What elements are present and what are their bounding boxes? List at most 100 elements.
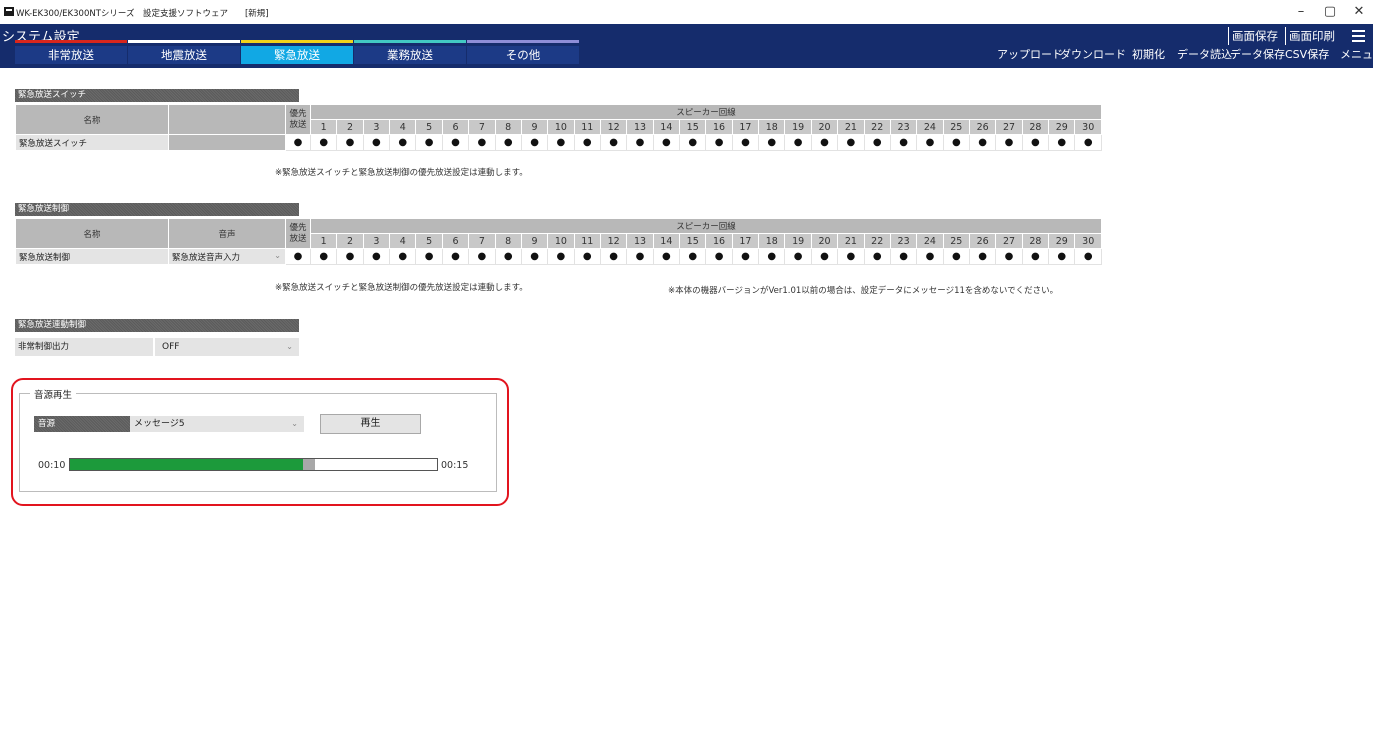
speaker-line-cell[interactable]: ●: [652, 248, 681, 265]
speaker-line-cell[interactable]: ●: [468, 134, 496, 151]
speaker-line-cell[interactable]: ●: [652, 134, 681, 151]
speaker-line-cell[interactable]: ●: [520, 134, 549, 151]
speaker-line-cell[interactable]: ●: [916, 248, 944, 265]
menu-button[interactable]: メニュー: [1340, 46, 1373, 64]
speaker-line-cell[interactable]: ●: [309, 248, 338, 265]
speaker-line-cell[interactable]: ●: [942, 134, 970, 151]
speaker-line-cell[interactable]: ●: [415, 134, 443, 151]
speaker-line-cell[interactable]: ●: [468, 248, 496, 265]
tab-urgent[interactable]: 緊急放送: [241, 40, 353, 64]
speaker-line-cell[interactable]: ●: [547, 134, 575, 151]
speaker-line-cell[interactable]: ●: [520, 248, 549, 265]
data-save-button[interactable]: データ保存: [1230, 46, 1285, 64]
speaker-line-cell[interactable]: ●: [389, 248, 417, 265]
priority-cell[interactable]: ●: [285, 248, 311, 265]
speaker-line-cell[interactable]: ●: [784, 134, 812, 151]
speaker-line-number: 21: [837, 119, 865, 135]
tab-business[interactable]: 業務放送: [354, 40, 466, 64]
save-screen-button[interactable]: 画面保存: [1228, 27, 1278, 45]
speaker-line-cell[interactable]: ●: [1074, 248, 1102, 265]
speaker-line-cell[interactable]: ●: [1048, 248, 1076, 265]
speaker-line-cell[interactable]: ●: [784, 248, 812, 265]
emergency-output-label: 非常制御出力: [15, 338, 153, 356]
source-select[interactable]: メッセージ5 ⌄: [130, 416, 304, 432]
speaker-line-cell[interactable]: ●: [362, 248, 391, 265]
speaker-line-cell[interactable]: ●: [705, 134, 733, 151]
priority-cell[interactable]: ●: [285, 134, 311, 151]
menu-icon[interactable]: [1352, 30, 1365, 45]
speaker-line-cell[interactable]: ●: [599, 248, 628, 265]
speaker-line-cell[interactable]: ●: [731, 248, 760, 265]
playback-legend: 音源再生: [30, 387, 77, 401]
initialize-button[interactable]: 初期化: [1132, 46, 1165, 64]
speaker-line-cell[interactable]: ●: [415, 248, 443, 265]
speaker-line-cell[interactable]: ●: [731, 134, 760, 151]
control-table: 名称 音声 優先 放送 スピーカー回線 1 2 3 4 5 6 7 8 9 10 11 12 13 14 1…: [15, 218, 1102, 265]
speaker-line-cell[interactable]: ●: [810, 248, 839, 265]
tab-label: 緊急放送: [274, 48, 320, 62]
speaker-line-cell[interactable]: ●: [837, 134, 865, 151]
speaker-line-cell[interactable]: ●: [758, 248, 786, 265]
speaker-line-cell[interactable]: ●: [309, 134, 338, 151]
minimize-button[interactable]: –: [1290, 3, 1312, 21]
speaker-line-cell[interactable]: ●: [995, 134, 1023, 151]
speaker-line-cell[interactable]: ●: [362, 134, 391, 151]
tab-earthquake[interactable]: 地震放送: [128, 40, 240, 64]
download-button[interactable]: ダウンロード: [1060, 46, 1126, 64]
speaker-line-cell[interactable]: ●: [705, 248, 733, 265]
speaker-line-cell[interactable]: ●: [626, 134, 654, 151]
speaker-line-cell[interactable]: ●: [494, 134, 522, 151]
speaker-line-cell[interactable]: ●: [1021, 248, 1050, 265]
speaker-line-number: 13: [626, 233, 654, 249]
print-screen-button[interactable]: 画面印刷: [1285, 27, 1335, 45]
speaker-line-cell[interactable]: ●: [573, 248, 601, 265]
csv-save-button[interactable]: CSV保存: [1285, 46, 1329, 64]
tab-label: 業務放送: [387, 48, 433, 62]
playback-progress-bar[interactable]: [69, 458, 438, 471]
speaker-line-cell[interactable]: ●: [1048, 134, 1076, 151]
speaker-line-number: 19: [784, 119, 812, 135]
speaker-line-cell[interactable]: ●: [547, 248, 575, 265]
speaker-line-cell[interactable]: ●: [758, 134, 786, 151]
speaker-line-cell[interactable]: ●: [336, 248, 364, 265]
speaker-line-cell[interactable]: ●: [1074, 134, 1102, 151]
speaker-line-cell[interactable]: ●: [599, 134, 628, 151]
speaker-line-cell[interactable]: ●: [336, 134, 364, 151]
speaker-line-cell[interactable]: ●: [679, 248, 707, 265]
data-load-button[interactable]: データ読込: [1177, 46, 1232, 64]
speaker-line-cell[interactable]: ●: [626, 248, 654, 265]
tab-color-bar: [128, 40, 240, 43]
total-time: 00:15: [441, 460, 469, 471]
speaker-line-cell[interactable]: ●: [889, 134, 918, 151]
speaker-line-cell[interactable]: ●: [573, 134, 601, 151]
upload-button[interactable]: アップロード: [997, 46, 1063, 64]
speaker-line-cell[interactable]: ●: [441, 134, 470, 151]
speaker-line-cell[interactable]: ●: [837, 248, 865, 265]
close-button[interactable]: ✕: [1348, 3, 1370, 21]
tab-emergency[interactable]: 非常放送: [15, 40, 127, 64]
play-button[interactable]: 再生: [320, 414, 421, 434]
speaker-line-cell[interactable]: ●: [679, 134, 707, 151]
restore-button[interactable]: ▢: [1319, 3, 1341, 21]
tab-other[interactable]: その他: [467, 40, 579, 64]
speaker-line-number: 17: [731, 119, 760, 135]
version-note: ※本体の機器バージョンがVer1.01以前の場合は、設定データにメッセージ11を…: [668, 286, 1059, 296]
speaker-line-cell[interactable]: ●: [968, 248, 997, 265]
speaker-line-cell[interactable]: ●: [889, 248, 918, 265]
speaker-line-number: 8: [494, 233, 522, 249]
speaker-line-cell[interactable]: ●: [863, 134, 891, 151]
speaker-line-cell[interactable]: ●: [968, 134, 997, 151]
emergency-output-select[interactable]: OFF ⌄: [155, 338, 299, 356]
speaker-line-cell[interactable]: ●: [942, 248, 970, 265]
speaker-line-cell[interactable]: ●: [995, 248, 1023, 265]
speaker-line-cell[interactable]: ●: [863, 248, 891, 265]
progress-thumb[interactable]: [303, 459, 315, 470]
speaker-line-cell[interactable]: ●: [916, 134, 944, 151]
speaker-line-cell[interactable]: ●: [389, 134, 417, 151]
source-select-value: メッセージ5: [134, 419, 185, 429]
speaker-line-cell[interactable]: ●: [1021, 134, 1050, 151]
voice-select[interactable]: 緊急放送音声入力 ⌄: [168, 248, 286, 265]
speaker-line-cell[interactable]: ●: [494, 248, 522, 265]
speaker-line-cell[interactable]: ●: [810, 134, 839, 151]
speaker-line-cell[interactable]: ●: [441, 248, 470, 265]
